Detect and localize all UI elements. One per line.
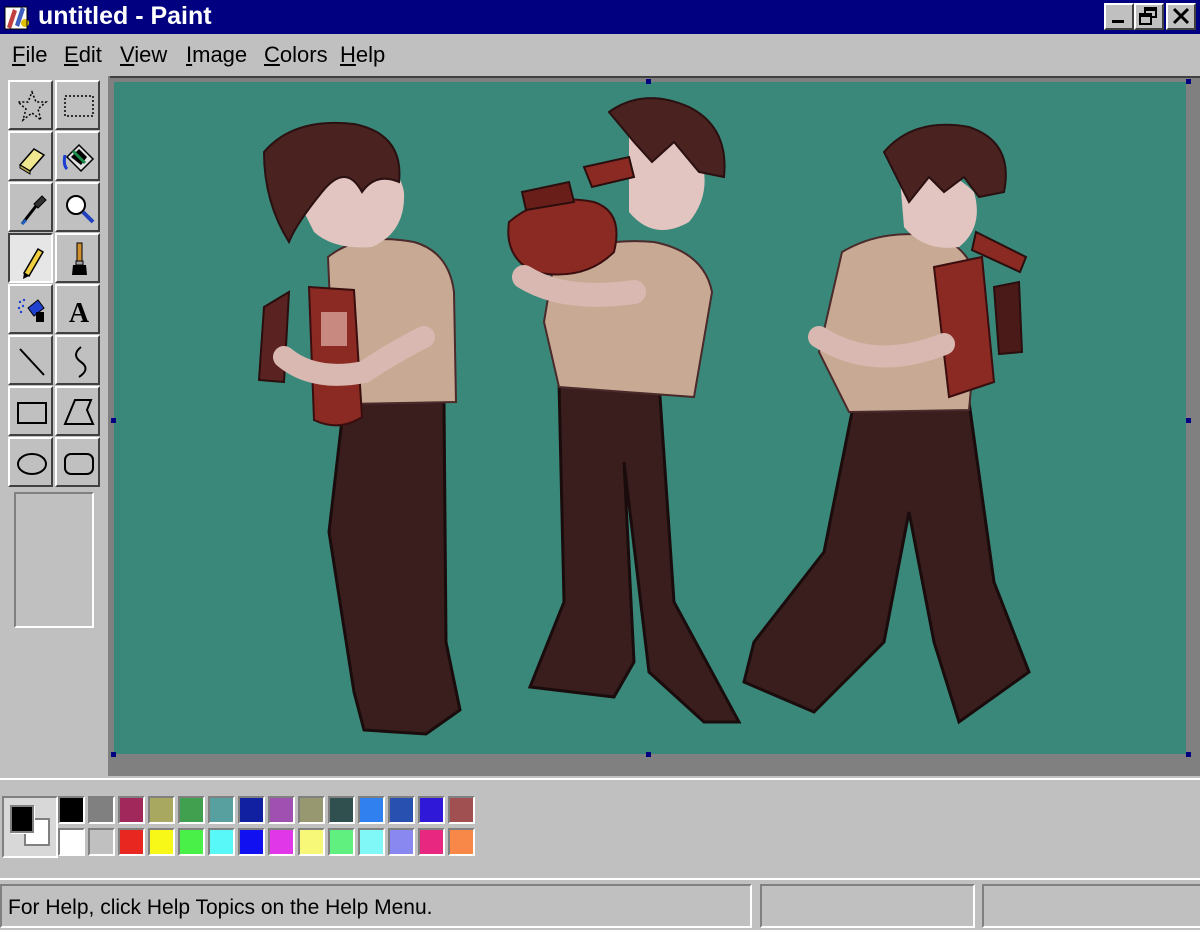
eraser-icon: [18, 148, 46, 175]
rounded-rect-icon: [64, 453, 94, 475]
minimize-button[interactable]: [1104, 3, 1134, 30]
palette-swatch[interactable]: [118, 796, 145, 824]
rect-select-icon: [64, 95, 94, 117]
palette-swatch[interactable]: [418, 828, 445, 856]
palette-swatch[interactable]: [58, 796, 85, 824]
menu-help[interactable]: Help: [340, 42, 385, 68]
status-size-pane: [982, 884, 1200, 928]
palette-swatch[interactable]: [268, 828, 295, 856]
palette-swatch[interactable]: [268, 796, 295, 824]
tool-options-box[interactable]: [14, 492, 94, 628]
status-text: For Help, click Help Topics on the Help …: [8, 896, 433, 919]
palette-swatch[interactable]: [328, 796, 355, 824]
ellipse-icon: [17, 453, 47, 475]
pick-color-tool[interactable]: [8, 182, 53, 232]
canvas-artwork: [257, 97, 1031, 736]
palette-swatch[interactable]: [238, 796, 265, 824]
free-form-select-tool[interactable]: [8, 80, 53, 130]
airbrush-tool[interactable]: [8, 284, 53, 334]
text-tool[interactable]: A: [55, 284, 100, 334]
rectangle-icon: [17, 402, 47, 424]
brush-tool[interactable]: [55, 233, 100, 283]
palette-swatch[interactable]: [88, 828, 115, 856]
window-title: untitled - Paint: [38, 2, 212, 30]
palette-swatch[interactable]: [388, 796, 415, 824]
status-text-pane: For Help, click Help Topics on the Help …: [0, 884, 752, 928]
title-bar[interactable]: untitled - Paint: [0, 0, 1200, 34]
text-icon: A: [69, 298, 90, 329]
menu-edit[interactable]: Edit: [64, 42, 102, 68]
palette-swatch[interactable]: [118, 828, 145, 856]
close-button[interactable]: [1166, 3, 1196, 30]
paint-app-icon[interactable]: [3, 3, 33, 31]
resize-handle-bottom[interactable]: [646, 752, 651, 757]
palette-swatch[interactable]: [88, 796, 115, 824]
palette-swatch[interactable]: [58, 828, 85, 856]
resize-handle-right[interactable]: [1186, 418, 1191, 423]
ellipse-tool[interactable]: [8, 437, 53, 487]
magnifier-tool[interactable]: [55, 182, 100, 232]
minimize-icon: [1112, 20, 1124, 23]
fill-with-color-tool[interactable]: [55, 131, 100, 181]
palette-swatch[interactable]: [178, 796, 205, 824]
palette-swatch[interactable]: [448, 828, 475, 856]
curve-icon: [75, 346, 87, 378]
figure-left: [257, 121, 462, 736]
menu-colors[interactable]: Colors: [264, 42, 328, 68]
menu-file[interactable]: File: [12, 42, 47, 68]
figure-middle: [507, 97, 742, 724]
palette-swatch[interactable]: [208, 796, 235, 824]
magnifier-icon: [66, 195, 95, 224]
palette-swatch[interactable]: [238, 828, 265, 856]
line-icon: [19, 348, 45, 376]
palette-swatch[interactable]: [418, 796, 445, 824]
resize-handle-top[interactable]: [646, 79, 651, 84]
status-coordinates-pane: [760, 884, 975, 928]
palette-swatch[interactable]: [178, 828, 205, 856]
resize-handle-left[interactable]: [111, 418, 116, 423]
resize-handle-bottom-left[interactable]: [111, 752, 116, 757]
paint-bucket-icon: [62, 143, 95, 173]
palette-swatch[interactable]: [148, 828, 175, 856]
pencil-tool[interactable]: [8, 233, 53, 283]
star-select-icon: [16, 89, 48, 122]
palette-swatch[interactable]: [358, 828, 385, 856]
pencil-icon: [22, 247, 45, 279]
line-tool[interactable]: [8, 335, 53, 385]
rounded-rectangle-tool[interactable]: [55, 437, 100, 487]
palette-swatch[interactable]: [298, 828, 325, 856]
resize-handle-bottom-right[interactable]: [1186, 752, 1191, 757]
palette-swatch[interactable]: [298, 796, 325, 824]
polygon-icon: [63, 399, 95, 425]
close-icon: [1172, 7, 1190, 25]
toolbox: A: [8, 80, 102, 488]
palette-swatch[interactable]: [328, 828, 355, 856]
palette-swatch[interactable]: [388, 828, 415, 856]
palette-swatch[interactable]: [208, 828, 235, 856]
menu-image[interactable]: Image: [186, 42, 247, 68]
svg-text:A: A: [69, 298, 90, 329]
palette-swatch[interactable]: [148, 796, 175, 824]
eraser-tool[interactable]: [8, 131, 53, 181]
airbrush-icon: [17, 298, 45, 322]
menu-bar: File Edit View Image Colors Help: [0, 34, 1200, 76]
foreground-color-swatch: [10, 805, 34, 833]
restore-icon: [1139, 7, 1157, 25]
rectangle-tool[interactable]: [8, 386, 53, 436]
restore-button[interactable]: [1134, 3, 1164, 30]
figure-right: [742, 123, 1031, 725]
palette-swatch[interactable]: [358, 796, 385, 824]
select-tool[interactable]: [55, 80, 100, 130]
polygon-tool[interactable]: [55, 386, 100, 436]
resize-handle-top-right[interactable]: [1186, 79, 1191, 84]
curve-tool[interactable]: [55, 335, 100, 385]
drawing-canvas[interactable]: [114, 82, 1186, 754]
palette-swatch[interactable]: [448, 796, 475, 824]
eyedropper-icon: [20, 195, 47, 226]
menu-view[interactable]: View: [120, 42, 167, 68]
brush-icon: [72, 242, 87, 275]
